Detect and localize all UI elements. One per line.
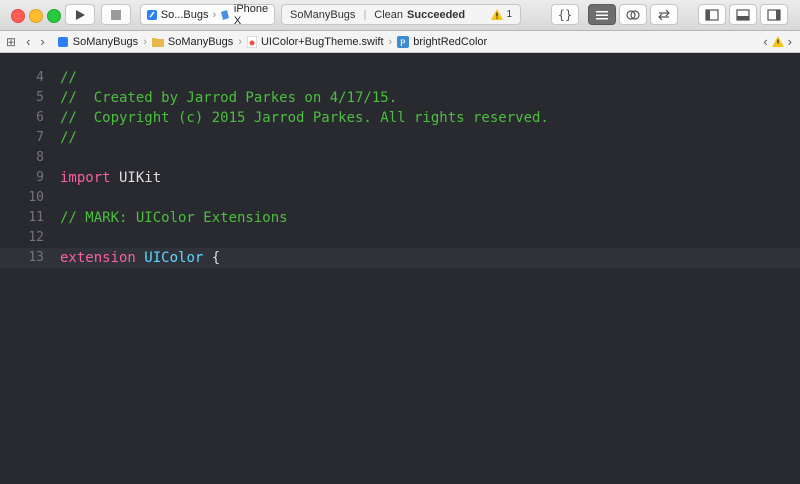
warning-count: 1 [506,9,512,20]
previous-issue-icon[interactable]: ‹ [763,34,767,49]
line-number: 4 [36,70,44,85]
line-number: 7 [36,130,44,145]
source-editor[interactable]: 4 // 5 // Created by Jarrod Parkes on 4/17… [0,53,800,484]
navigator-toggle-button[interactable] [698,4,726,25]
chevron-right-icon: › [143,35,147,48]
svg-text:P: P [400,39,406,48]
scheme-device-label: iPhone X [233,2,269,27]
forward-icon[interactable]: › [40,34,44,49]
line-text: // [60,70,77,86]
line-text: extension UIColor { [60,250,221,266]
line-number: 10 [28,190,44,205]
assistant-editor-icon [626,9,640,20]
line-number: 11 [28,210,44,225]
navigator-panel-icon [705,8,719,21]
line-number: 5 [36,90,44,105]
stop-icon [111,9,121,20]
assistant-editor-button[interactable] [619,4,647,25]
version-editor-icon [658,9,670,20]
phone-icon [221,9,230,20]
breadcrumb: SoManyBugs › SoManyBugs › UIColor+BugThe… [57,35,487,48]
status-result: Succeeded [407,8,466,21]
activity-status: SoManyBugs | Clean Succeeded 1 [281,4,521,25]
line-number: 9 [36,170,44,185]
code-braces-icon: {} [557,7,573,22]
line-text: // Created by Jarrod Parkes on 4/17/15. [60,90,398,106]
property-icon: P [397,35,410,48]
back-icon[interactable]: ‹ [26,34,30,49]
standard-editor-button[interactable] [588,4,616,25]
swift-file-icon [246,35,257,48]
status-prefix: Clean [374,8,404,21]
grid-icon[interactable]: ⊞ [6,35,16,49]
stop-button[interactable] [101,4,131,25]
zoom-window-icon[interactable] [47,9,61,23]
run-button[interactable] [65,4,95,25]
breadcrumb-file[interactable]: UIColor+BugTheme.swift [261,36,384,48]
warning-indicator[interactable]: 1 [491,9,512,20]
standard-editor-icon [596,10,608,19]
breadcrumb-group[interactable]: SoManyBugs [168,36,233,48]
breadcrumb-project[interactable]: SoManyBugs [73,36,138,48]
warning-nav-icon[interactable] [771,36,784,47]
warning-icon [491,9,504,20]
version-editor-button[interactable] [650,4,678,25]
line-text: // Copyright (c) 2015 Jarrod Parkes. All… [60,110,549,126]
line-text: // MARK: UIColor Extensions [60,210,288,226]
debug-panel-icon [736,8,750,21]
folder-icon [151,37,164,47]
chevron-right-icon: › [388,35,393,48]
utilities-toggle-button[interactable] [760,4,788,25]
line-number: 12 [28,230,44,245]
utilities-panel-icon [767,8,781,21]
status-project: SoManyBugs [290,8,356,21]
debug-toggle-button[interactable] [729,4,757,25]
window-toolbar: So...Bugs › iPhone X SoManyBugs | Clean … [0,0,800,31]
line-text: import UIKit [60,170,162,186]
line-number: 8 [36,150,44,165]
run-icon [76,9,85,20]
line-number: 6 [36,110,44,125]
scheme-selector[interactable]: So...Bugs › iPhone X [140,2,275,27]
jump-bar: ⊞ ‹ › SoManyBugs › SoManyBugs › UIColor+… [0,31,800,53]
minimize-window-icon[interactable] [29,9,43,23]
chevron-right-icon: › [212,8,217,21]
library-button[interactable]: {} [551,4,579,25]
xcode-project-icon [57,36,68,47]
chevron-right-icon: › [238,35,242,48]
xcode-project-icon [147,9,157,20]
line-number: 13 [28,250,44,265]
breadcrumb-symbol[interactable]: brightRedColor [413,36,487,48]
next-issue-icon[interactable]: › [788,34,792,49]
close-window-icon[interactable] [11,9,25,23]
line-text: // [60,130,77,146]
scheme-project-label: So...Bugs [160,8,209,21]
status-divider: | [363,8,367,21]
